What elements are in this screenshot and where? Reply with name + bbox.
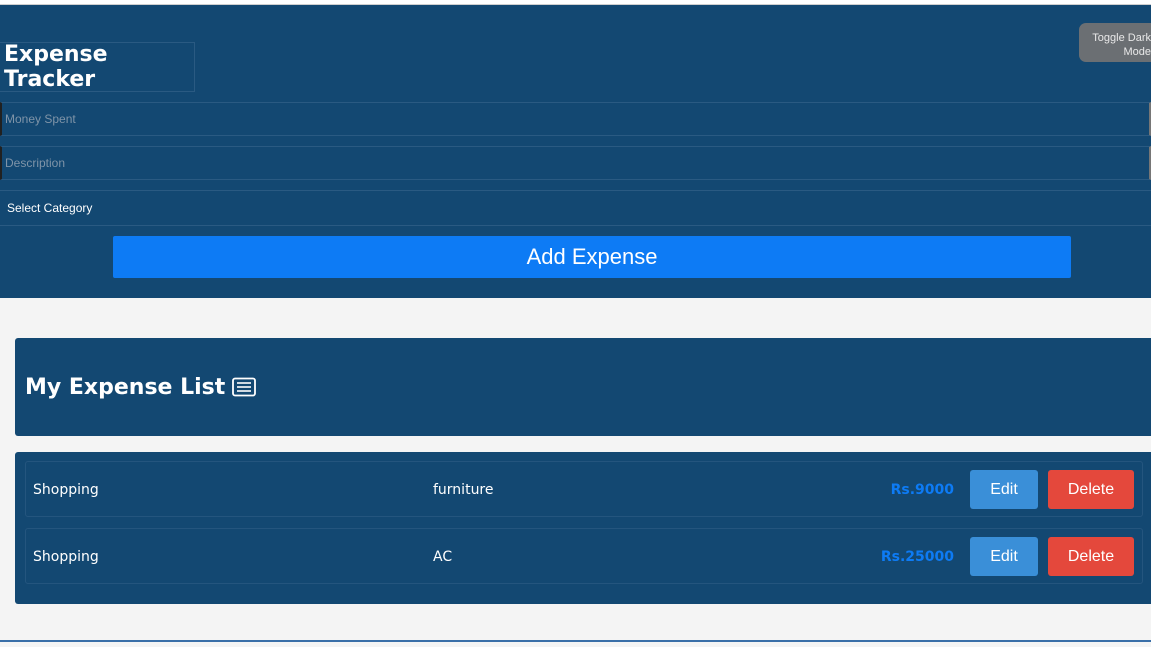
expense-list: Shopping furniture Rs.9000 Edit Delete S… [15,452,1151,604]
expense-description: AC [433,549,453,565]
list-icon [232,377,257,397]
expense-category: Shopping [33,549,99,565]
category-select[interactable]: Select Category [0,190,1151,226]
add-expense-button[interactable]: Add Expense [113,236,1071,278]
category-select-value: Select Category [7,201,93,215]
description-input[interactable] [0,146,1151,180]
expense-list-title: My Expense List [25,374,226,400]
toggle-dark-mode-button[interactable]: Toggle Dark Mode [1079,23,1151,62]
expense-list-header: My Expense List [15,338,1151,436]
expense-amount: Rs.9000 [890,482,954,498]
expense-row: Shopping furniture Rs.9000 Edit Delete [25,461,1143,517]
edit-button[interactable]: Edit [970,470,1038,509]
edit-button[interactable]: Edit [970,537,1038,576]
delete-button[interactable]: Delete [1048,537,1134,576]
expense-description: furniture [433,482,494,498]
expense-category: Shopping [33,482,99,498]
app-title: Expense Tracker [4,42,108,92]
money-spent-input[interactable] [0,102,1151,136]
bottom-border [0,640,1151,642]
expense-amount: Rs.25000 [880,549,954,565]
delete-button[interactable]: Delete [1048,470,1134,509]
expense-row: Shopping AC Rs.25000 Edit Delete [25,528,1143,584]
expense-form-section: Expense Tracker Toggle Dark Mode Select … [0,5,1151,298]
app-title-box: Expense Tracker [0,42,195,92]
